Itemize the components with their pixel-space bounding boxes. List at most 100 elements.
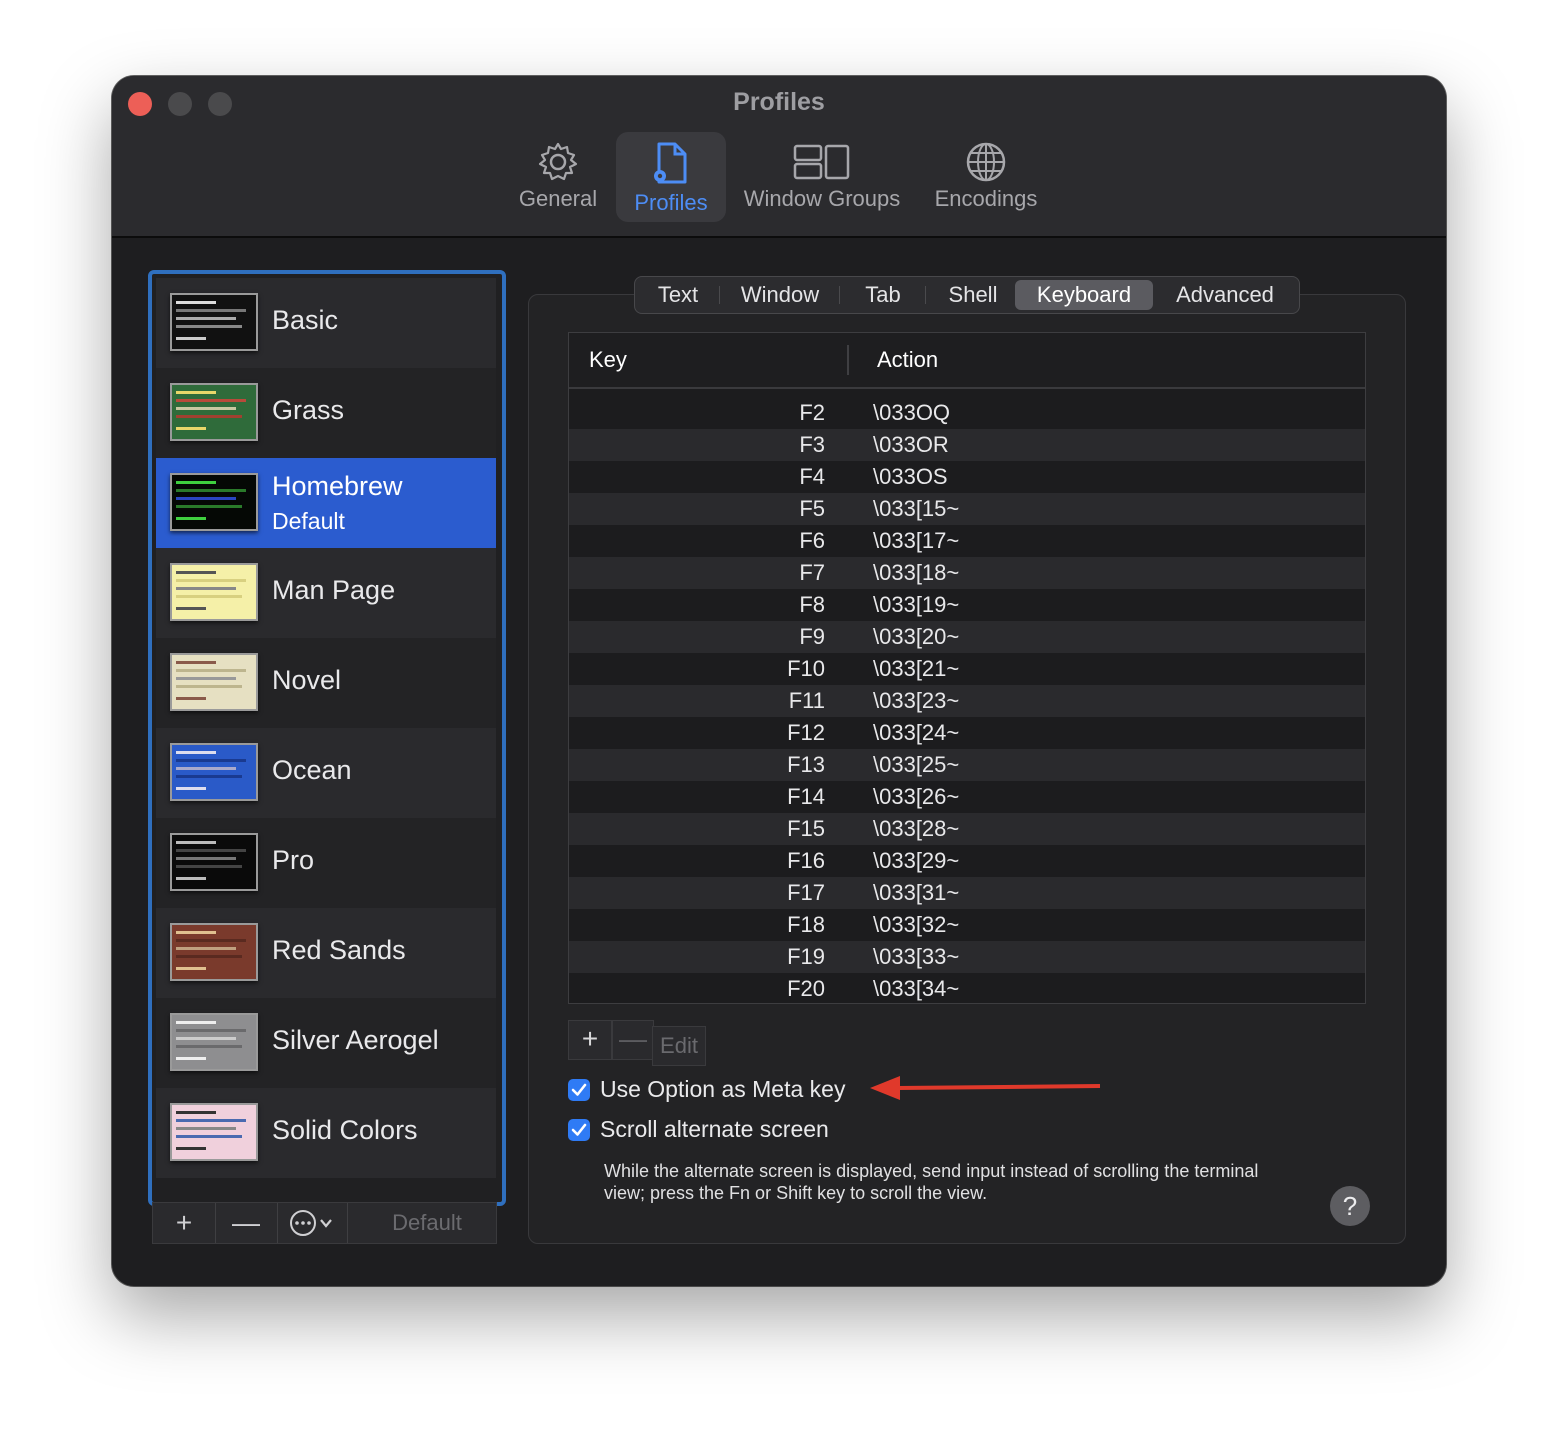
preferences-window: Profiles General Profiles Window Groups … [112,76,1446,1286]
profile-item-ocean[interactable]: Ocean [156,728,496,818]
profile-name: Silver Aerogel [272,1025,439,1055]
key-cell: F16 [787,848,825,873]
help-button[interactable]: ? [1330,1186,1370,1226]
key-cell: F20 [787,976,825,1001]
profile-item-grass[interactable]: Grass [156,368,496,458]
table-row[interactable]: F2 \033OQ [569,397,1365,429]
window-groups-icon [793,144,850,180]
key-cell: F5 [799,496,825,521]
key-cell: F10 [787,656,825,681]
profile-name: Basic [272,305,339,335]
edit-key-button[interactable]: Edit [652,1026,706,1066]
tab-text[interactable]: Text [641,280,715,310]
action-cell: \033[34~ [873,976,960,1001]
profile-item-man-page[interactable]: Man Page [156,548,496,638]
set-default-button[interactable]: Default [359,1203,495,1243]
column-header-action[interactable]: Action [877,347,938,373]
key-mapping-table[interactable]: Key Action F2 \033OQ F3 \033OR F4 \033OS F5 \03… [568,332,1366,1004]
table-row[interactable]: F14 \033[26~ [569,781,1365,813]
profile-list[interactable]: Basic Grass Homebrew Default Man Page No… [148,270,506,1206]
column-header-key[interactable]: Key [589,347,627,373]
table-row[interactable]: F4 \033OS [569,461,1365,493]
tab-tab[interactable]: Tab [845,280,921,310]
action-cell: \033[19~ [873,592,960,617]
use-option-as-meta-label[interactable]: Use Option as Meta key [600,1076,845,1103]
toolbar-general[interactable]: General [508,132,608,222]
action-cell: \033[20~ [873,624,960,649]
table-row[interactable]: F3 \033OR [569,429,1365,461]
default-profile-label: Default [272,508,345,534]
checkmark-icon [571,1123,587,1136]
profile-name: Ocean [272,755,352,785]
table-row[interactable]: F6 \033[17~ [569,525,1365,557]
toolbar-encodings[interactable]: Encodings [924,132,1048,222]
ellipsis-circle-icon [290,1210,332,1236]
remove-key-button[interactable]: — [612,1020,654,1060]
profile-item-homebrew[interactable]: Homebrew Default [156,458,496,548]
key-cell: F12 [787,720,825,745]
tab-window[interactable]: Window [725,280,835,310]
action-cell: \033[31~ [873,880,960,905]
table-row[interactable]: F19 \033[33~ [569,941,1365,973]
toolbar-general-label: General [518,186,598,211]
profile-list-toolbar: + — Default [152,1202,497,1244]
toolbar-profiles[interactable]: Profiles [616,132,726,222]
key-cell: F19 [787,944,825,969]
profile-thumbnail [170,293,258,351]
table-row[interactable]: F5 \033[15~ [569,493,1365,525]
scroll-alternate-screen-checkbox[interactable] [568,1119,590,1141]
toolbar-window-groups[interactable]: Window Groups [736,132,908,222]
tab-advanced[interactable]: Advanced [1157,280,1293,310]
profile-name: Solid Colors [272,1115,418,1145]
profile-thumbnail [170,1013,258,1071]
scroll-alternate-screen-label[interactable]: Scroll alternate screen [600,1116,829,1143]
profile-item-pro[interactable]: Pro [156,818,496,908]
remove-profile-button[interactable]: — [215,1203,278,1243]
key-cell: F4 [799,464,825,489]
table-row[interactable]: F10 \033[21~ [569,653,1365,685]
profile-item-novel[interactable]: Novel [156,638,496,728]
action-cell: \033[29~ [873,848,960,873]
table-row[interactable]: F20 \033[34~ [569,973,1365,1003]
table-row[interactable]: F7 \033[18~ [569,557,1365,589]
table-row[interactable] [569,387,1365,397]
globe-icon [966,142,1006,182]
profile-thumbnail [170,383,258,441]
key-cell: F7 [799,560,825,585]
add-profile-button[interactable]: + [153,1203,216,1243]
profile-thumbnail [170,653,258,711]
profile-item-red-sands[interactable]: Red Sands [156,908,496,998]
key-cell: F3 [799,432,825,457]
table-row[interactable]: F18 \033[32~ [569,909,1365,941]
table-row[interactable]: F17 \033[31~ [569,877,1365,909]
table-row[interactable]: F9 \033[20~ [569,621,1365,653]
action-cell: \033[23~ [873,688,960,713]
scroll-alternate-screen-description: While the alternate screen is displayed,… [604,1161,1259,1203]
profile-name: Red Sands [272,935,406,965]
key-cell: F15 [787,816,825,841]
tab-keyboard[interactable]: Keyboard [1015,280,1153,310]
action-cell: \033OQ [873,400,951,425]
action-cell: \033[17~ [873,528,960,553]
use-option-as-meta-checkbox[interactable] [568,1079,590,1101]
profile-thumbnail [170,743,258,801]
key-cell: F2 [799,400,825,425]
action-cell: \033OR [873,432,949,457]
table-row[interactable]: F8 \033[19~ [569,589,1365,621]
table-row[interactable]: F12 \033[24~ [569,717,1365,749]
profile-actions-menu-button[interactable] [277,1203,348,1243]
table-row[interactable]: F15 \033[28~ [569,813,1365,845]
table-row[interactable]: F11 \033[23~ [569,685,1365,717]
tab-shell[interactable]: Shell [931,280,1015,310]
action-cell: \033[24~ [873,720,960,745]
profile-item-basic[interactable]: Basic [156,278,496,368]
table-row[interactable]: F16 \033[29~ [569,845,1365,877]
toolbar-profiles-label: Profiles [634,190,708,215]
add-key-button[interactable]: + [568,1020,612,1060]
profile-thumbnail [170,563,258,621]
profile-item-solid-colors[interactable]: Solid Colors [156,1088,496,1178]
profile-item-silver-aerogel[interactable]: Silver Aerogel [156,998,496,1088]
profile-name: Pro [272,845,315,875]
table-row[interactable]: F13 \033[25~ [569,749,1365,781]
action-cell: \033[28~ [873,816,960,841]
